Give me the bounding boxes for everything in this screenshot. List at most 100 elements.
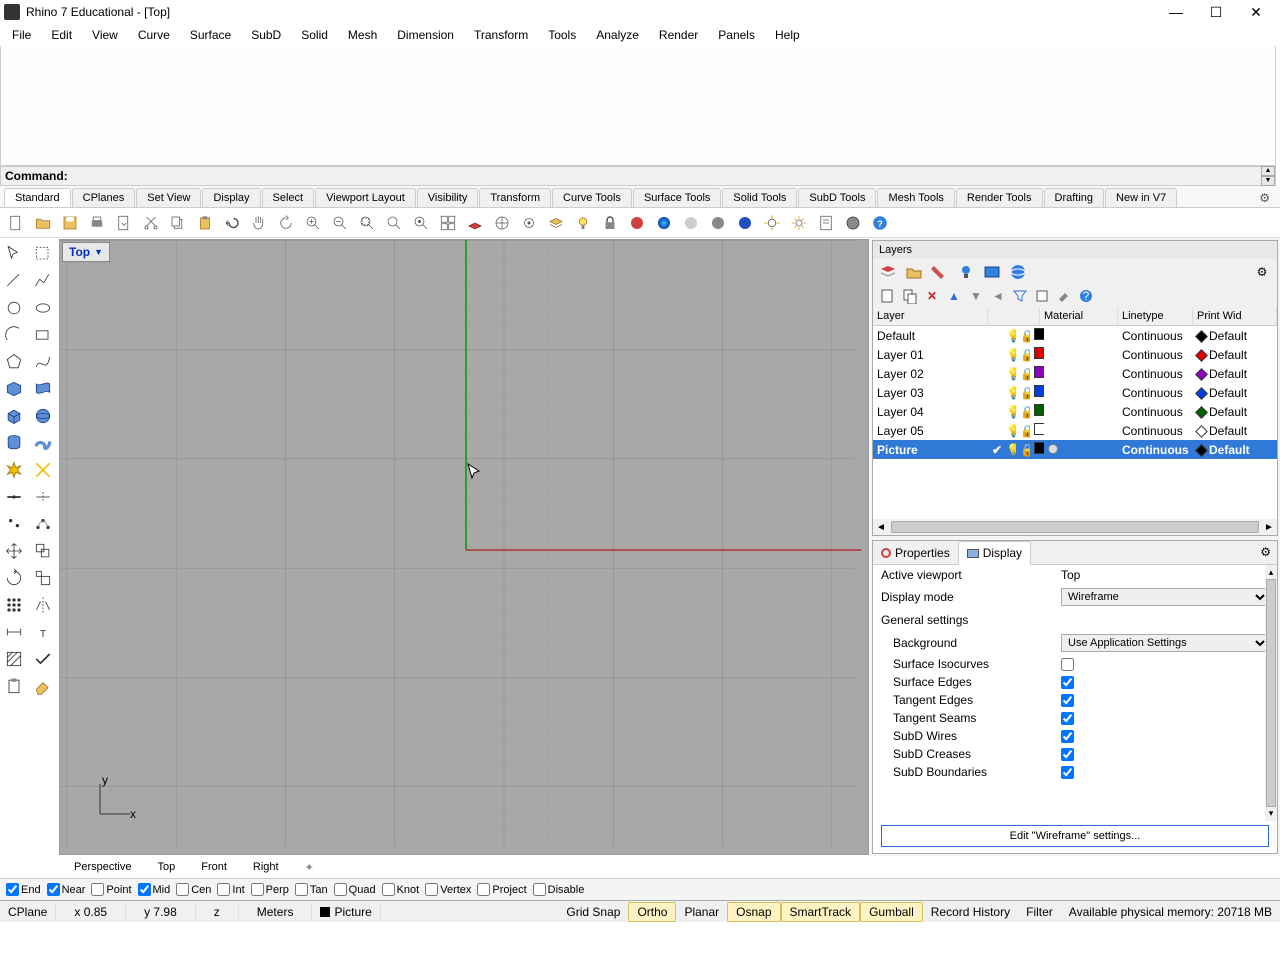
sb-layer[interactable]: Picture: [312, 905, 380, 919]
osnap-project[interactable]: Project: [477, 883, 526, 896]
options-icon[interactable]: [787, 211, 811, 235]
view-tab-right[interactable]: Right: [241, 858, 291, 876]
tab-cplanes[interactable]: CPlanes: [72, 188, 136, 207]
hatch-icon[interactable]: [2, 647, 26, 671]
open-icon[interactable]: [31, 211, 55, 235]
layer-environment-icon[interactable]: [1009, 263, 1027, 281]
raytrace-icon[interactable]: [733, 211, 757, 235]
menu-surface[interactable]: Surface: [180, 26, 241, 44]
array-icon[interactable]: [2, 593, 26, 617]
header-material[interactable]: Material: [1040, 307, 1118, 325]
zoom-in-icon[interactable]: [301, 211, 325, 235]
menu-edit[interactable]: Edit: [41, 26, 82, 44]
osnap-int[interactable]: Int: [217, 883, 244, 896]
tab-select[interactable]: Select: [262, 188, 315, 207]
layer-row[interactable]: Layer 05💡🔒ContinuousDefault: [873, 421, 1277, 440]
polygon-icon[interactable]: [2, 350, 26, 374]
background-select[interactable]: Use Application Settings: [1061, 634, 1269, 652]
scroll-left-icon[interactable]: ◄: [873, 522, 889, 533]
subd-creases-check[interactable]: [1061, 748, 1074, 761]
layer-gear-icon[interactable]: ⚙: [1253, 263, 1271, 281]
render-preview-icon[interactable]: [652, 211, 676, 235]
layer-help-icon[interactable]: ?: [1077, 287, 1095, 305]
zoom-extents-icon[interactable]: [355, 211, 379, 235]
zoom-selected-icon[interactable]: [409, 211, 433, 235]
save-icon[interactable]: [58, 211, 82, 235]
sb-gridsnap[interactable]: Grid Snap: [558, 903, 628, 921]
command-input[interactable]: [72, 168, 1261, 184]
tab-visibility[interactable]: Visibility: [417, 188, 479, 207]
menu-dimension[interactable]: Dimension: [387, 26, 464, 44]
props-scroll-thumb[interactable]: [1266, 579, 1276, 807]
sb-filter[interactable]: Filter: [1018, 903, 1061, 921]
zoom-out-icon[interactable]: [328, 211, 352, 235]
scroll-thumb[interactable]: [891, 521, 1259, 533]
sb-units[interactable]: Meters: [239, 905, 313, 919]
loft-icon[interactable]: [31, 377, 55, 401]
sb-planar[interactable]: Planar: [676, 903, 727, 921]
named-view-icon[interactable]: [517, 211, 541, 235]
copy-icon[interactable]: [166, 211, 190, 235]
menu-help[interactable]: Help: [765, 26, 810, 44]
menu-curve[interactable]: Curve: [128, 26, 180, 44]
tabs-gear-icon[interactable]: ⚙: [1253, 189, 1276, 207]
tab-curve-tools[interactable]: Curve Tools: [552, 188, 632, 207]
layer-row[interactable]: Default💡🔒ContinuousDefault: [873, 326, 1277, 345]
edit-wireframe-button[interactable]: Edit "Wireframe" settings...: [881, 825, 1269, 847]
layer-row[interactable]: Layer 03💡🔒ContinuousDefault: [873, 383, 1277, 402]
command-scroll-down[interactable]: ▼: [1261, 176, 1275, 186]
move-down-icon[interactable]: ▼: [967, 287, 985, 305]
osnap-disable[interactable]: Disable: [533, 883, 585, 896]
tab-render-tools[interactable]: Render Tools: [956, 188, 1043, 207]
menu-mesh[interactable]: Mesh: [338, 26, 387, 44]
view-tab-top[interactable]: Top: [145, 858, 187, 876]
tab-properties[interactable]: Properties: [873, 541, 958, 564]
sb-ortho[interactable]: Ortho: [628, 902, 676, 922]
help-icon[interactable]: ?: [868, 211, 892, 235]
header-layer[interactable]: Layer: [873, 307, 988, 325]
osnap-near[interactable]: Near: [47, 883, 86, 896]
display-mode-select[interactable]: Wireframe: [1061, 588, 1269, 606]
light-icon[interactable]: [571, 211, 595, 235]
check-icon[interactable]: [31, 647, 55, 671]
viewport-top[interactable]: Top ▼ y x: [60, 240, 868, 854]
zoom-window-icon[interactable]: [382, 211, 406, 235]
pipe-icon[interactable]: [31, 431, 55, 455]
layer-row[interactable]: Picture✔💡🔒ContinuousDefault: [873, 440, 1277, 459]
view-tab-perspective[interactable]: Perspective: [62, 858, 143, 876]
sb-osnap[interactable]: Osnap: [727, 902, 780, 922]
ghost-shade-icon[interactable]: [679, 211, 703, 235]
layer-row[interactable]: Layer 04💡🔒ContinuousDefault: [873, 402, 1277, 421]
sb-gumball[interactable]: Gumball: [860, 902, 923, 922]
delete-layer-icon[interactable]: ✕: [923, 287, 941, 305]
osnap-point[interactable]: Point: [91, 883, 131, 896]
header-printwid[interactable]: Print Wid: [1193, 307, 1277, 325]
menu-solid[interactable]: Solid: [291, 26, 338, 44]
layer-hammer-icon[interactable]: [1055, 287, 1073, 305]
header-linetype[interactable]: Linetype: [1118, 307, 1193, 325]
clipboard-icon[interactable]: [2, 674, 26, 698]
surface-edges-check[interactable]: [1061, 676, 1074, 689]
cut-icon[interactable]: [139, 211, 163, 235]
properties-icon[interactable]: [760, 211, 784, 235]
rotate-view-icon[interactable]: [274, 211, 298, 235]
sb-smarttrack[interactable]: SmartTrack: [781, 902, 861, 922]
tab-standard[interactable]: Standard: [4, 188, 71, 207]
cylinder-icon[interactable]: [2, 431, 26, 455]
close-button[interactable]: ✕: [1236, 0, 1276, 24]
layer-new-icon[interactable]: [879, 263, 897, 281]
command-history[interactable]: [0, 46, 1276, 166]
subd-bound-check[interactable]: [1061, 766, 1074, 779]
copy-tool-icon[interactable]: [31, 539, 55, 563]
tab-display-panel[interactable]: Display: [958, 541, 1031, 565]
osnap-mid[interactable]: Mid: [138, 883, 171, 896]
render-icon[interactable]: [841, 211, 865, 235]
new-icon[interactable]: [4, 211, 28, 235]
curve-icon[interactable]: [31, 350, 55, 374]
lasso-icon[interactable]: [31, 242, 55, 266]
pointer-icon[interactable]: [2, 242, 26, 266]
tab-transform[interactable]: Transform: [479, 188, 551, 207]
osnap-end[interactable]: End: [6, 883, 41, 896]
surface-icon[interactable]: [2, 377, 26, 401]
maximize-button[interactable]: ☐: [1196, 0, 1236, 24]
